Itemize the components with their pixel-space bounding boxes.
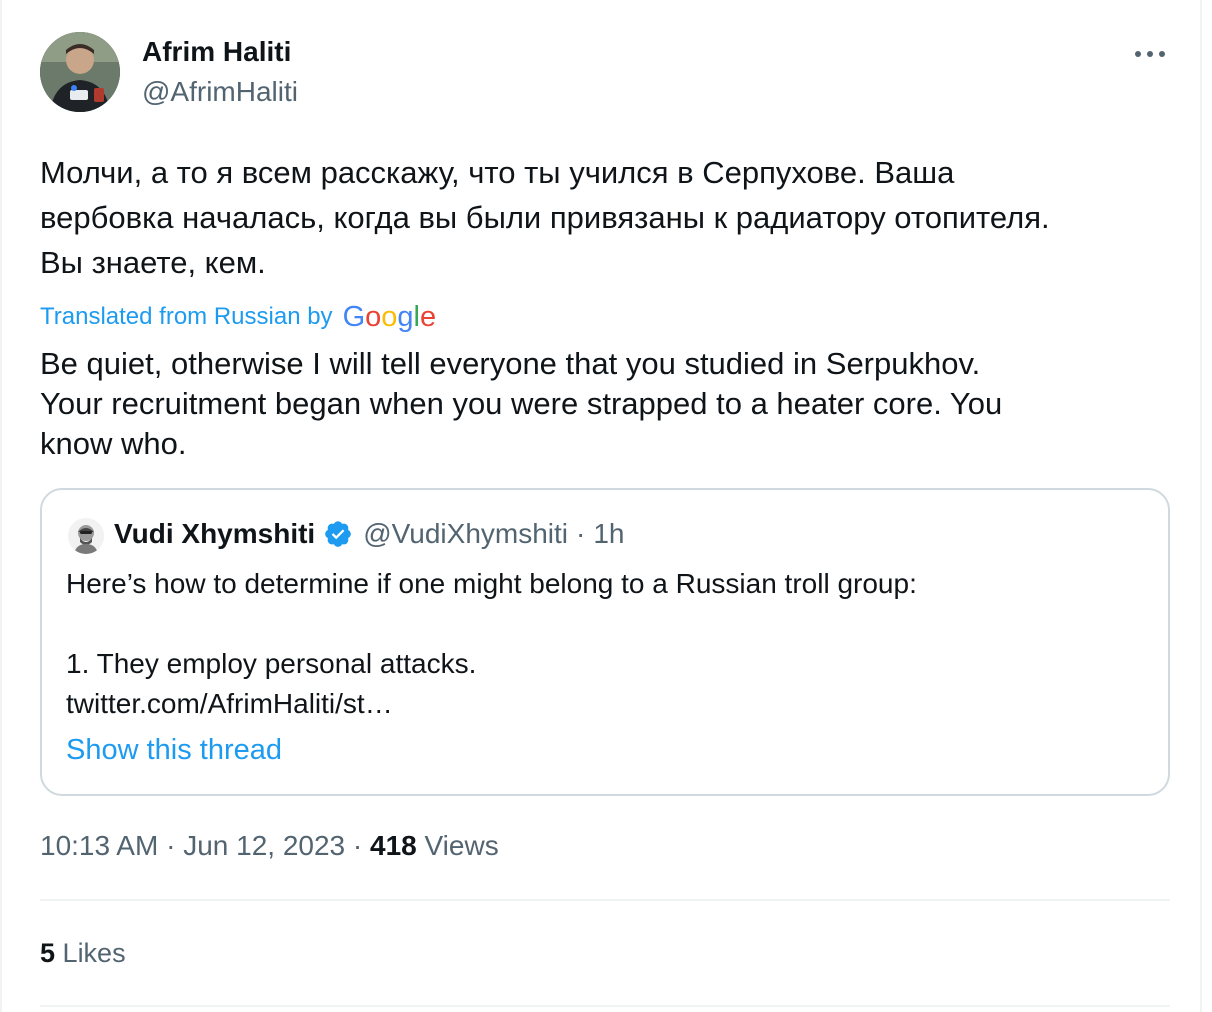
divider — [40, 1005, 1170, 1007]
quote-body-link[interactable]: twitter.com/AfrimHaliti/st… — [66, 684, 1146, 724]
author-handle[interactable]: @AfrimHaliti — [142, 76, 298, 108]
more-dot-icon — [1147, 51, 1153, 57]
quote-avatar-icon — [68, 518, 104, 554]
likes-label: Likes — [62, 938, 126, 968]
translation-attribution[interactable]: Translated from Russian by Google — [40, 300, 436, 333]
views-label: Views — [424, 830, 499, 861]
translation-line: know who. — [40, 426, 187, 461]
show-thread-link[interactable]: Show this thread — [66, 734, 282, 767]
quote-author-avatar[interactable] — [68, 518, 104, 554]
views-count: 418 — [370, 830, 417, 861]
quote-body-line — [66, 604, 1146, 644]
meta-separator: · — [352, 830, 363, 861]
quote-timestamp[interactable]: 1h — [593, 518, 624, 550]
quote-author-name[interactable]: Vudi Xhymshiti — [114, 518, 315, 550]
likes-link[interactable]: 5 Likes — [40, 938, 126, 969]
translation-line: Your recruitment began when you were str… — [40, 386, 1003, 421]
quote-header: Vudi Xhymshiti @VudiXhymshiti · 1h — [114, 518, 625, 550]
quote-author-handle[interactable]: @VudiXhymshiti — [363, 518, 568, 550]
tweet-time[interactable]: 10:13 AM — [40, 830, 158, 861]
tweet-text-line: Молчи, а то я всем расскажу, что ты учил… — [40, 155, 955, 190]
tweet-date[interactable]: Jun 12, 2023 — [183, 830, 345, 861]
profile-photo-icon — [40, 32, 120, 112]
more-dot-icon — [1159, 51, 1165, 57]
tweet-text-line: Вы знаете, кем. — [40, 245, 266, 280]
quote-body-line: Here’s how to determine if one might bel… — [66, 568, 917, 599]
translation-line: Be quiet, otherwise I will tell everyone… — [40, 346, 981, 381]
quote-body-line: 1. They employ personal attacks. — [66, 648, 477, 679]
author-avatar[interactable] — [40, 32, 120, 112]
tweet-text-line: вербовка началась, когда вы были привяза… — [40, 200, 1050, 235]
tweet-meta: 10:13 AM · Jun 12, 2023 · 418 Views — [40, 830, 499, 862]
google-logo: Google — [342, 301, 437, 333]
divider — [40, 899, 1170, 901]
quote-body: Here’s how to determine if one might bel… — [66, 564, 1146, 724]
more-options-button[interactable] — [1128, 36, 1172, 72]
verified-badge-icon — [325, 521, 352, 547]
meta-separator: · — [166, 830, 176, 861]
likes-count: 5 — [40, 938, 56, 968]
author-name[interactable]: Afrim Haliti — [142, 36, 291, 68]
translated-label: Translated from Russian by — [40, 302, 333, 330]
quoted-tweet[interactable]: Vudi Xhymshiti @VudiXhymshiti · 1h Here’… — [40, 488, 1170, 796]
translation-text: Be quiet, otherwise I will tell everyone… — [40, 344, 1170, 464]
quote-separator: · — [576, 518, 586, 549]
tweet-text: Молчи, а то я всем расскажу, что ты учил… — [40, 150, 1170, 285]
more-dot-icon — [1135, 51, 1141, 57]
tweet-card: Afrim Haliti @AfrimHaliti Молчи, а то я … — [0, 0, 1202, 1012]
